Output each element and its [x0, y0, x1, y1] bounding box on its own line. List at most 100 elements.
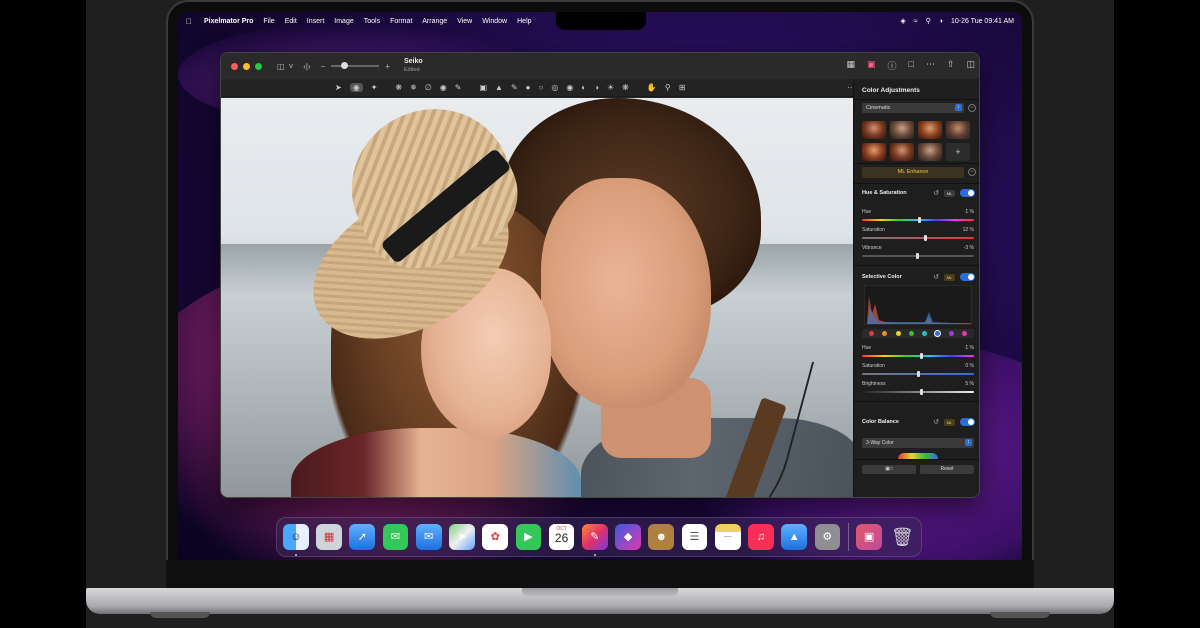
preset-thumbnail[interactable]	[946, 121, 970, 139]
fill-tool-icon[interactable]: ▲	[495, 83, 503, 92]
zoom-out-icon[interactable]: −	[321, 62, 326, 71]
ml-badge[interactable]: ML	[944, 418, 955, 426]
finder-icon[interactable]: ☺	[283, 524, 309, 556]
safari-icon[interactable]: ➚	[349, 524, 376, 550]
aqua-swatch[interactable]	[922, 331, 928, 336]
burn-tool-icon[interactable]: ❋	[622, 83, 629, 92]
minimize-button[interactable]	[243, 62, 250, 70]
compare-toggle-icon[interactable]: ▣□	[862, 465, 916, 474]
color-balance-mode-select[interactable]: 3-Way Color ↕	[862, 438, 974, 448]
orange-swatch[interactable]	[882, 331, 888, 336]
mail-icon[interactable]: ✉	[415, 524, 442, 550]
control-center-icon[interactable]: ◑	[939, 18, 943, 25]
color-adjust-tool-icon[interactable]: ◉	[349, 83, 363, 92]
chevron-down-icon[interactable]: ˅	[289, 62, 294, 71]
compare-icon[interactable]: ‹|›	[303, 62, 310, 71]
effects-tool-icon[interactable]: ✦	[371, 83, 378, 92]
dodge-tool-icon[interactable]: ◑	[594, 83, 599, 92]
reset-icon[interactable]: ↺	[933, 273, 939, 281]
gradient-tool-icon[interactable]: ▣	[479, 83, 487, 92]
zoom-tool-icon[interactable]: ⚲	[665, 83, 671, 92]
hue-saturation-toggle[interactable]	[960, 189, 975, 197]
brightness-knob[interactable]	[920, 389, 923, 395]
facetime-icon[interactable]: ▶	[515, 524, 542, 550]
preset-thumbnail[interactable]	[918, 121, 942, 139]
light-tool-icon[interactable]: ◐	[581, 83, 586, 92]
zoom-button[interactable]	[255, 62, 262, 70]
red-swatch[interactable]	[869, 331, 875, 336]
info-icon[interactable]: ⓘ	[887, 59, 896, 72]
remove-preset-icon[interactable]: −	[968, 104, 976, 112]
reset-button[interactable]: Reset	[920, 465, 974, 474]
photos-icon[interactable]: ✿	[482, 524, 509, 550]
pixelmator-pro-icon[interactable]: ✎	[581, 524, 608, 556]
contacts-icon[interactable]: ☻	[648, 524, 675, 550]
arrange-tool-icon[interactable]: ➤	[335, 83, 342, 92]
yellow-swatch[interactable]	[895, 331, 901, 336]
shortcuts-icon[interactable]: ◆	[615, 524, 641, 550]
selective-hue-knob[interactable]	[920, 353, 923, 359]
notes-icon[interactable]: ─	[714, 524, 741, 550]
clock[interactable]: 10-26 Tue 09:41 AM	[951, 18, 1014, 25]
blue-swatch[interactable]	[934, 330, 942, 337]
smudge-tool-icon[interactable]: ∅	[425, 83, 432, 92]
selection-tool-icon[interactable]: ○	[538, 83, 543, 92]
preset-select[interactable]: Cinematic ↕	[862, 103, 964, 113]
system-preferences-icon[interactable]: ⚙	[814, 524, 841, 550]
menu-format[interactable]: Format	[390, 18, 412, 25]
selective-color-toggle[interactable]	[960, 273, 975, 281]
repair-tool-icon[interactable]: ✎	[455, 83, 462, 92]
menu-window[interactable]: Window	[482, 18, 507, 25]
menu-tools[interactable]: Tools	[364, 18, 380, 25]
zoom-slider[interactable]	[331, 62, 380, 69]
sponge-tool-icon[interactable]: ☀	[607, 83, 614, 92]
purple-swatch[interactable]	[948, 331, 954, 336]
preset-thumbnail[interactable]	[890, 143, 914, 161]
hue-knob[interactable]	[918, 217, 921, 223]
app-store-icon[interactable]: ▲	[781, 524, 807, 550]
zoom-in-icon[interactable]: +	[385, 62, 390, 71]
style-tool-icon[interactable]: ❋	[395, 83, 402, 92]
layers-icon[interactable]: ▦	[846, 59, 855, 72]
music-icon[interactable]: ♫	[748, 524, 774, 550]
ml-badge[interactable]: ML	[944, 273, 955, 281]
menu-view[interactable]: View	[457, 18, 472, 25]
preset-thumbnail[interactable]	[862, 143, 886, 161]
color-balance-toggle[interactable]	[960, 418, 975, 426]
share-icon[interactable]: ⇧	[947, 59, 955, 72]
ml-enhance-button[interactable]: ML Enhance	[862, 167, 964, 178]
menu-image[interactable]: Image	[334, 18, 353, 25]
retouch-tool-icon[interactable]: ✵	[410, 83, 417, 92]
sharpen-tool-icon[interactable]: ◎	[551, 83, 558, 92]
blur-tool-icon[interactable]: ◉	[566, 83, 573, 92]
wifi-icon[interactable]: ≈	[914, 18, 918, 25]
close-button[interactable]	[231, 62, 238, 70]
search-icon[interactable]: ⚲	[926, 17, 931, 25]
preset-thumbnail[interactable]	[862, 121, 886, 139]
photo-canvas[interactable]	[221, 98, 853, 497]
menu-insert[interactable]: Insert	[307, 18, 325, 25]
layers-status-icon[interactable]: ◈	[900, 17, 905, 25]
ml-badge[interactable]: ML	[944, 189, 955, 197]
sidebar-toggle-icon[interactable]: ◫	[277, 62, 285, 71]
preset-thumbnail[interactable]	[918, 143, 942, 161]
saturation-knob[interactable]	[924, 235, 927, 241]
hand-tool-icon[interactable]: ✋	[647, 83, 657, 92]
messages-icon[interactable]: ✉	[382, 524, 409, 550]
calendar-icon[interactable]: OCT 26	[548, 524, 575, 550]
more-icon[interactable]: ⋯	[926, 59, 935, 72]
reminders-icon[interactable]: ☰	[681, 524, 708, 550]
magenta-swatch[interactable]	[961, 331, 967, 336]
menu-arrange[interactable]: Arrange	[422, 18, 447, 25]
menu-edit[interactable]: Edit	[285, 18, 297, 25]
green-swatch[interactable]	[908, 331, 914, 336]
selective-saturation-knob[interactable]	[917, 371, 920, 377]
trash-icon[interactable]: 🗑	[889, 524, 915, 550]
maps-icon[interactable]: ➤	[449, 524, 475, 550]
menu-help[interactable]: Help	[517, 18, 531, 25]
paint-tool-icon[interactable]: ✎	[511, 83, 518, 92]
clone-tool-icon[interactable]: ◉	[440, 83, 447, 92]
app-menu[interactable]: Pixelmator Pro	[204, 18, 253, 25]
preset-thumbnail[interactable]	[890, 121, 914, 139]
launchpad-icon[interactable]: ▦	[316, 524, 342, 550]
